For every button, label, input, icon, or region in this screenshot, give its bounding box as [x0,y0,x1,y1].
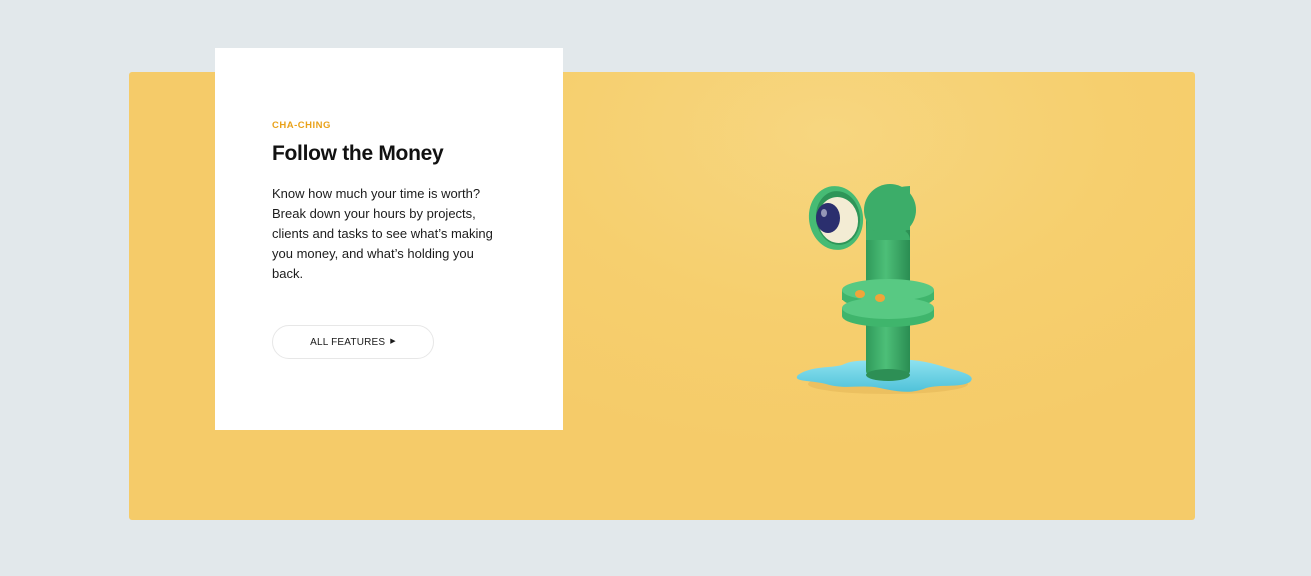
periscope-pipe-illustration [796,184,972,394]
feature-eyebrow: CHA-CHING [272,120,331,131]
all-features-label: ALL FEATURES [310,336,386,348]
triangle-right-icon: ▶ [390,338,396,345]
all-features-button[interactable]: ALL FEATURES ▶ [272,325,434,359]
feature-title: Follow the Money [272,142,444,165]
feature-card: CHA-CHING Follow the Money Know how much… [215,48,563,430]
feature-description: Know how much your time is worth? Break … [272,186,493,281]
